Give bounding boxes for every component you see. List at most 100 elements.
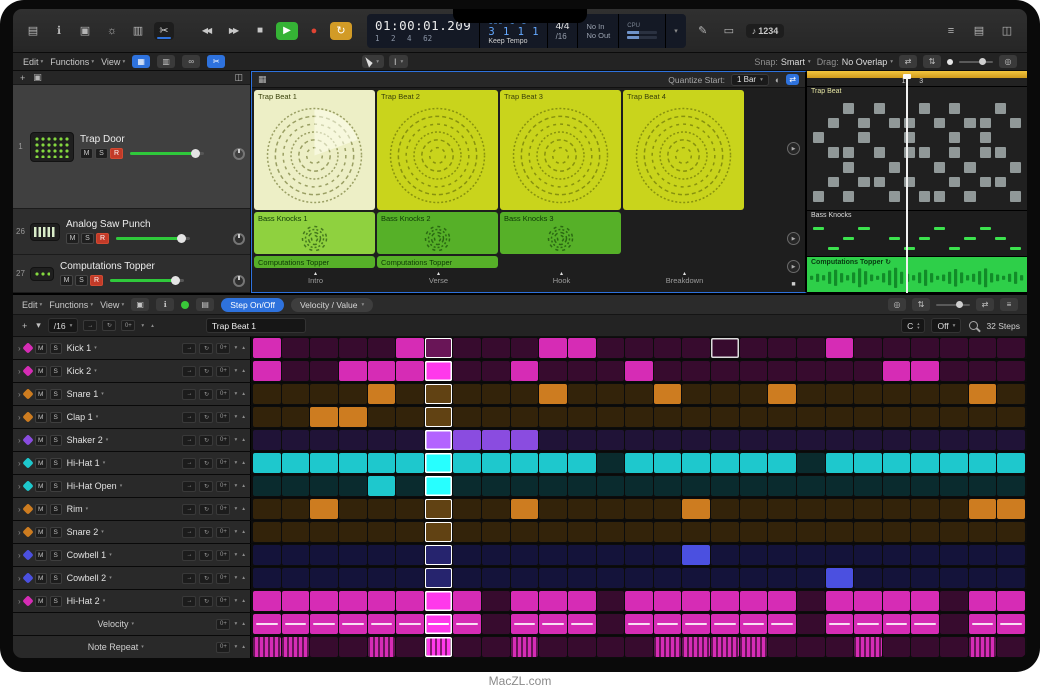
library-icon[interactable]: ▤ xyxy=(23,22,43,40)
step-cell[interactable] xyxy=(453,614,481,634)
row-mute-button[interactable]: M xyxy=(35,504,47,515)
mute-button[interactable]: M xyxy=(66,233,79,244)
step-cell[interactable] xyxy=(539,545,567,565)
step-cell[interactable] xyxy=(797,499,825,519)
row-expand-icon[interactable]: ▴ xyxy=(241,483,246,489)
step-cell[interactable] xyxy=(597,545,625,565)
info-icon[interactable]: ℹ xyxy=(156,298,174,311)
step-cell[interactable] xyxy=(854,614,882,634)
step-cell[interactable] xyxy=(310,384,338,404)
step-cell[interactable] xyxy=(768,476,796,496)
step-cell[interactable] xyxy=(339,545,367,565)
step-cell[interactable] xyxy=(625,453,653,473)
row-direction-icon[interactable]: → xyxy=(182,343,196,354)
row-direction-icon[interactable]: → xyxy=(182,504,196,515)
chevron-down-icon[interactable]: ▾ xyxy=(140,323,145,329)
step-cell[interactable] xyxy=(453,499,481,519)
record-button[interactable]: ● xyxy=(303,22,325,40)
row-solo-button[interactable]: S xyxy=(50,527,62,538)
step-cell[interactable] xyxy=(797,591,825,611)
step-cell[interactable] xyxy=(969,591,997,611)
row-expand-icon[interactable]: ▴ xyxy=(241,552,246,558)
step-cell[interactable] xyxy=(711,453,739,473)
row-collapse-icon[interactable]: ▾ xyxy=(233,529,238,535)
step-cell[interactable] xyxy=(797,545,825,565)
step-cell[interactable] xyxy=(711,614,739,634)
step-cell[interactable] xyxy=(425,545,453,565)
step-cell[interactable] xyxy=(310,591,338,611)
step-cell[interactable] xyxy=(654,476,682,496)
step-cell[interactable] xyxy=(997,591,1025,611)
step-cell[interactable] xyxy=(396,591,424,611)
step-rate-select[interactable]: /16▾ xyxy=(48,318,79,333)
chevron-down-icon[interactable]: ▾ xyxy=(141,644,144,650)
step-cell[interactable] xyxy=(969,522,997,542)
menu-functions[interactable]: Functions▾ xyxy=(49,300,93,310)
zoom-slider[interactable] xyxy=(936,304,970,306)
rotate-pattern-icon[interactable]: ↻ xyxy=(102,320,116,331)
quantize-select[interactable]: 1 Bar▾ xyxy=(731,74,769,86)
step-cell[interactable] xyxy=(482,407,510,427)
step-cell[interactable] xyxy=(282,384,310,404)
grid-view-button[interactable]: ▦ xyxy=(132,55,150,68)
step-cell[interactable] xyxy=(625,568,653,588)
step-cell[interactable] xyxy=(425,407,453,427)
scene-trigger[interactable]: ▴Intro xyxy=(254,271,377,285)
step-cell[interactable] xyxy=(425,499,453,519)
step-cell[interactable] xyxy=(740,384,768,404)
menu-functions[interactable]: Functions▾ xyxy=(50,57,94,67)
step-cell[interactable] xyxy=(826,384,854,404)
step-cell[interactable] xyxy=(768,453,796,473)
row-collapse-icon[interactable]: ▾ xyxy=(233,414,238,420)
step-cell[interactable] xyxy=(797,637,825,657)
record-enable-button[interactable]: R xyxy=(110,148,123,159)
step-cell[interactable] xyxy=(282,568,310,588)
step-cell[interactable] xyxy=(511,522,539,542)
step-cell[interactable] xyxy=(396,407,424,427)
row-disclosure-icon[interactable]: › xyxy=(18,367,21,376)
step-cell[interactable] xyxy=(911,476,939,496)
step-cell[interactable] xyxy=(511,384,539,404)
step-cell[interactable] xyxy=(682,568,710,588)
step-cell[interactable] xyxy=(911,637,939,657)
step-cell[interactable] xyxy=(253,338,281,358)
step-cell[interactable] xyxy=(310,338,338,358)
cycle-button[interactable]: ↻ xyxy=(330,22,352,40)
step-cell[interactable] xyxy=(539,384,567,404)
record-enable-button[interactable]: R xyxy=(90,275,103,286)
step-cell[interactable] xyxy=(568,499,596,519)
link-button[interactable]: ∞ xyxy=(182,55,200,68)
duplicate-track-button[interactable]: ▣ xyxy=(33,72,42,83)
step-cell[interactable] xyxy=(740,430,768,450)
scale-select[interactable]: Off▾ xyxy=(931,318,961,333)
step-cell[interactable] xyxy=(854,338,882,358)
step-cell[interactable] xyxy=(969,430,997,450)
step-cell[interactable] xyxy=(568,384,596,404)
step-cell[interactable] xyxy=(883,499,911,519)
row-rotate-icon[interactable]: ↻ xyxy=(199,366,213,377)
step-cell[interactable] xyxy=(396,522,424,542)
step-cell[interactable] xyxy=(883,568,911,588)
row-expand-icon[interactable]: ▴ xyxy=(241,529,246,535)
step-cell[interactable] xyxy=(482,430,510,450)
step-cell[interactable] xyxy=(768,430,796,450)
row-disclosure-icon[interactable]: › xyxy=(18,505,21,514)
step-cell[interactable] xyxy=(654,453,682,473)
step-cell[interactable] xyxy=(883,591,911,611)
row-direction-icon[interactable]: → xyxy=(182,389,196,400)
step-cell[interactable] xyxy=(654,338,682,358)
step-cell[interactable] xyxy=(625,545,653,565)
scene-trigger[interactable]: ▴Hook xyxy=(500,271,623,285)
step-cell[interactable] xyxy=(768,407,796,427)
record-enable-button[interactable]: R xyxy=(96,233,109,244)
row-collapse-icon[interactable]: ▾ xyxy=(233,644,238,650)
step-cell[interactable] xyxy=(539,430,567,450)
inspector-icon[interactable]: ▣ xyxy=(75,22,95,40)
step-cell[interactable] xyxy=(911,591,939,611)
chevron-down-icon[interactable]: ▾ xyxy=(94,345,97,351)
step-cell[interactable] xyxy=(339,361,367,381)
solo-button[interactable]: S xyxy=(95,148,108,159)
volume-slider[interactable] xyxy=(110,279,184,282)
row-solo-button[interactable]: S xyxy=(50,550,62,561)
step-cell[interactable] xyxy=(539,568,567,588)
